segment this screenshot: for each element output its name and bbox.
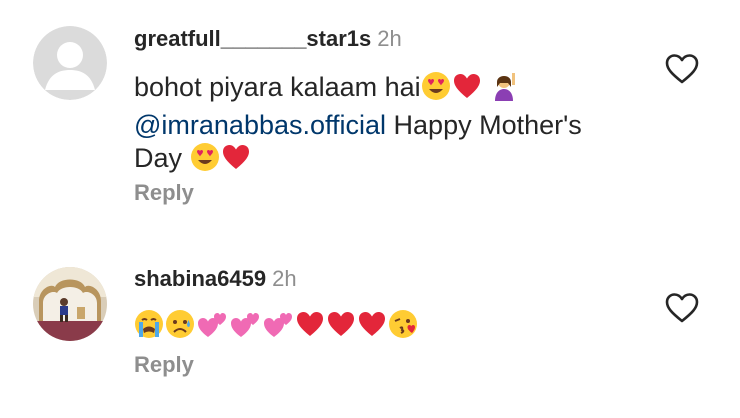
comment-2-time: 2h [272,266,297,291]
crying-face-emoji-icon [134,309,164,347]
two-hearts-emoji-icon [262,309,294,347]
heart-eyes-emoji-icon [421,71,451,109]
two-hearts-emoji-icon [196,309,228,347]
red-heart-emoji-icon [295,309,325,347]
sad-face-emoji-icon [165,309,195,347]
comment-2-meta: shabina6459 2h [134,266,650,292]
red-heart-emoji-icon [357,309,387,347]
mention-link[interactable]: @imranabbas.official [134,110,386,140]
profile-photo-avatar[interactable] [33,267,107,341]
comment-1-username[interactable]: greatfull_______star1s [134,26,371,51]
raising-hand-emoji-icon [491,71,521,109]
comment-2-username[interactable]: shabina6459 [134,266,266,291]
reply-button[interactable]: Reply [134,352,194,378]
red-heart-emoji-icon [452,71,482,109]
comment-1-text-line2: Happy Mother's [386,110,582,140]
heart-eyes-emoji-icon [190,142,220,180]
comment-1-text-line1: bohot piyara kalaam hai [134,72,421,102]
red-heart-emoji-icon [326,309,356,347]
comment-2-text [134,309,650,347]
like-heart-icon[interactable] [664,53,700,85]
comment-1-text-line3: Day [134,143,190,173]
comment-1-body: greatfull_______star1s 2h bohot piyara ka… [134,26,650,180]
profile-photo-icon [33,267,107,341]
reply-button[interactable]: Reply [134,180,194,206]
two-hearts-emoji-icon [229,309,261,347]
comment-1-text: bohot piyara kalaam hai @imranabbas.offi… [134,71,650,180]
comment-1-time: 2h [377,26,402,51]
blowing-kiss-emoji-icon [388,309,418,347]
like-heart-icon[interactable] [664,292,700,324]
comment-2-body: shabina6459 2h [134,266,650,347]
comment-1-meta: greatfull_______star1s 2h [134,26,650,52]
default-avatar[interactable] [33,26,107,100]
red-heart-emoji-icon [221,142,251,180]
default-avatar-icon [33,26,107,100]
